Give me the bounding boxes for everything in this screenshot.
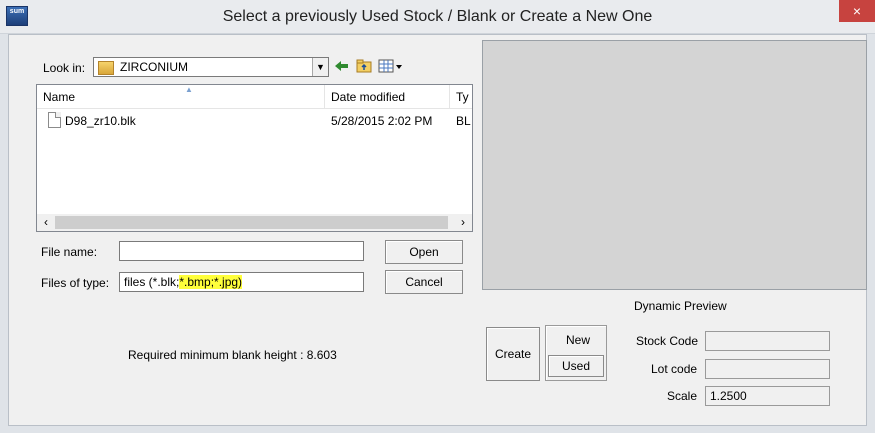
file-name-cell: D98_zr10.blk xyxy=(65,114,136,128)
files-of-type-highlight: *.bmp;*.jpg) xyxy=(179,275,243,289)
column-header-name[interactable]: Name xyxy=(43,90,75,104)
window-title: Select a previously Used Stock / Blank o… xyxy=(222,8,653,25)
file-icon xyxy=(48,112,61,128)
stock-code-field[interactable] xyxy=(705,331,830,351)
stock-code-label: Stock Code xyxy=(636,334,699,348)
scrollbar-thumb[interactable] xyxy=(55,216,448,229)
date-modified-cell: 5/28/2015 2:02 PM xyxy=(331,114,433,128)
horizontal-scrollbar[interactable]: ‹ › xyxy=(37,214,472,231)
view-menu-icon[interactable] xyxy=(377,57,405,75)
file-list-header xyxy=(37,85,472,109)
column-separator[interactable] xyxy=(449,85,450,109)
cancel-button[interactable]: Cancel xyxy=(385,270,463,294)
column-header-date-modified[interactable]: Date modified xyxy=(331,90,405,104)
preview-panel xyxy=(482,40,867,290)
back-arrow-icon[interactable] xyxy=(333,57,351,75)
open-button[interactable]: Open xyxy=(385,240,463,264)
scroll-right-icon[interactable]: › xyxy=(456,215,470,230)
file-list-view[interactable]: Name ▲ Date modified Ty D98_zr10.blk 5/2… xyxy=(36,84,473,232)
file-name-input[interactable] xyxy=(119,241,364,261)
lot-code-field[interactable] xyxy=(705,359,830,379)
up-folder-icon[interactable] xyxy=(355,57,373,75)
scale-label: Scale xyxy=(667,389,698,403)
used-button[interactable]: Used xyxy=(548,355,604,377)
column-separator[interactable] xyxy=(324,85,325,109)
column-header-type[interactable]: Ty xyxy=(456,90,472,104)
sort-arrow-icon: ▲ xyxy=(185,85,193,94)
required-height-text: Required minimum blank height : 8.603 xyxy=(128,348,337,362)
files-of-type-field[interactable]: files (*.blk;*.bmp;*.jpg) xyxy=(119,272,364,292)
new-option[interactable]: New xyxy=(566,333,590,347)
scroll-left-icon[interactable]: ‹ xyxy=(39,215,53,230)
folder-icon xyxy=(98,60,114,75)
close-button[interactable]: × xyxy=(839,0,875,22)
table-row[interactable]: D98_zr10.blk 5/28/2015 2:02 PM BL xyxy=(37,110,472,132)
lot-code-label: Lot code xyxy=(651,362,698,376)
look-in-dropdown[interactable]: ZIRCONIUM ▼ xyxy=(93,57,329,77)
look-in-value: ZIRCONIUM xyxy=(120,60,188,74)
files-of-type-value: files (*.blk; xyxy=(124,275,180,289)
look-in-label: Look in: xyxy=(43,61,86,75)
create-button[interactable]: Create xyxy=(486,327,540,381)
chevron-down-icon[interactable]: ▼ xyxy=(312,58,328,76)
file-name-label: File name: xyxy=(41,245,98,259)
files-of-type-label: Files of type: xyxy=(41,276,110,290)
type-cell: BL xyxy=(456,114,471,128)
scale-field[interactable]: 1.2500 xyxy=(705,386,830,406)
dynamic-preview-label: Dynamic Preview xyxy=(634,299,727,313)
